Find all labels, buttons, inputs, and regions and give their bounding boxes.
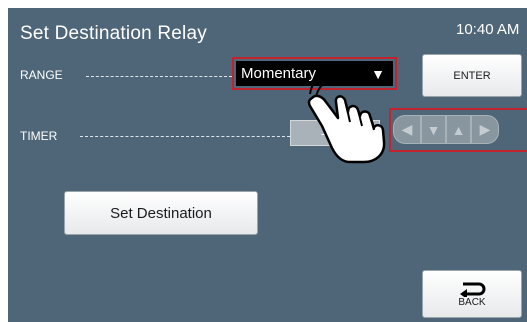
range-label: RANGE <box>20 68 63 82</box>
back-button-label: BACK <box>458 296 486 308</box>
set-destination-label: Set Destination <box>110 204 212 222</box>
back-button[interactable]: BACK <box>422 270 522 318</box>
return-arrow-icon <box>460 282 486 297</box>
up-arrow-icon[interactable]: ▲ <box>446 115 471 144</box>
enter-button[interactable]: ENTER <box>422 54 522 97</box>
page-title: Set Destination Relay <box>20 23 207 44</box>
timer-label: TIMER <box>20 129 58 143</box>
down-arrow-icon[interactable]: ▼ <box>421 115 446 144</box>
enter-button-label: ENTER <box>453 69 491 82</box>
clock: 10:40 AM <box>456 21 520 38</box>
left-arrow-icon[interactable]: ◀ <box>393 115 421 144</box>
right-arrow-icon[interactable]: ▶ <box>471 115 499 144</box>
pointing-hand-icon <box>307 75 386 164</box>
timer-arrow-buttons: ◀ ▼ ▲ ▶ <box>393 115 527 144</box>
touch-screen: Set Destination Relay 10:40 AM RANGE Mom… <box>8 8 527 322</box>
range-leader-line <box>86 76 232 77</box>
timer-leader-line <box>80 136 290 137</box>
set-destination-button[interactable]: Set Destination <box>64 191 258 235</box>
